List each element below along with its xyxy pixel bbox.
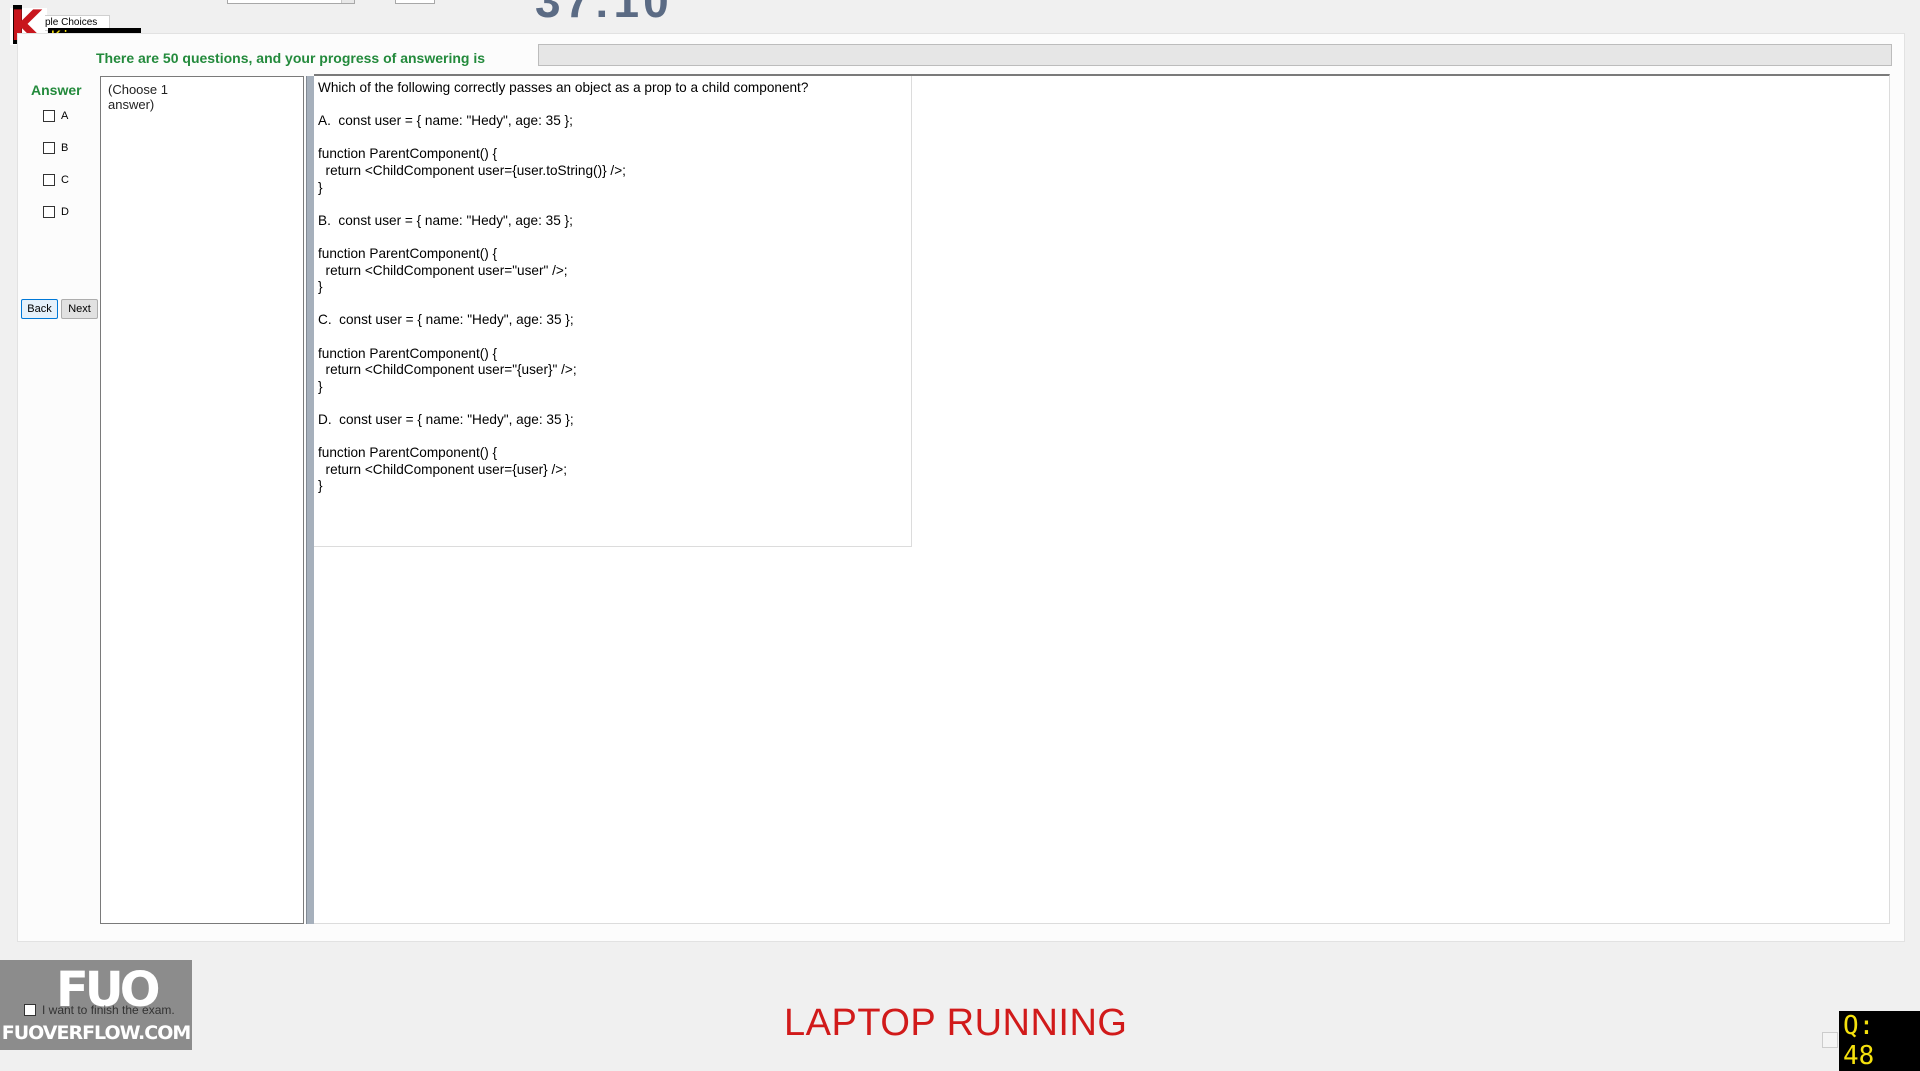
answer-checkbox-c[interactable]	[43, 174, 55, 186]
exam-timer: 37:10	[535, 0, 673, 27]
laptop-status: LAPTOP RUNNING	[784, 1002, 1128, 1044]
finish-exam-label: I want to finish the exam.	[42, 1003, 175, 1017]
answer-checkbox-b[interactable]	[43, 142, 55, 154]
finish-exam-option[interactable]: I want to finish the exam.	[24, 1003, 175, 1017]
answer-checkbox-d[interactable]	[43, 206, 55, 218]
answer-option-label: C	[61, 174, 69, 186]
answer-option-b[interactable]: B	[43, 142, 68, 154]
finish-exam-checkbox[interactable]	[24, 1004, 36, 1016]
answer-title: Answer	[31, 82, 82, 98]
answer-option-label: B	[61, 142, 69, 154]
fuo-site: FUOVERFLOW.COM	[1, 1022, 192, 1044]
answer-option-c[interactable]: C	[43, 174, 69, 186]
question-panel: Which of the following correctly passes …	[314, 74, 1890, 924]
answer-option-d[interactable]: D	[43, 206, 69, 218]
progress-bar	[538, 44, 1892, 66]
question-count-badge: Q: 48	[1839, 1011, 1920, 1071]
font-size-box[interactable]	[395, 0, 435, 4]
progress-label: There are 50 questions, and your progres…	[96, 50, 485, 66]
exam-code-combobox[interactable]	[227, 0, 355, 4]
answer-checkbox-a[interactable]	[43, 110, 55, 122]
back-button[interactable]: Back	[21, 299, 58, 319]
answer-option-label: A	[61, 110, 69, 122]
corner-checkbox[interactable]	[1822, 1032, 1838, 1048]
answer-option-a[interactable]: A	[43, 110, 68, 122]
answer-option-label: D	[61, 206, 69, 218]
next-button[interactable]: Next	[61, 299, 98, 319]
question-text: Which of the following correctly passes …	[318, 80, 809, 494]
question-textbox[interactable]: Which of the following correctly passes …	[314, 76, 912, 547]
choose-panel: (Choose 1 answer)	[100, 76, 304, 924]
choose-hint: (Choose 1 answer)	[108, 82, 168, 112]
